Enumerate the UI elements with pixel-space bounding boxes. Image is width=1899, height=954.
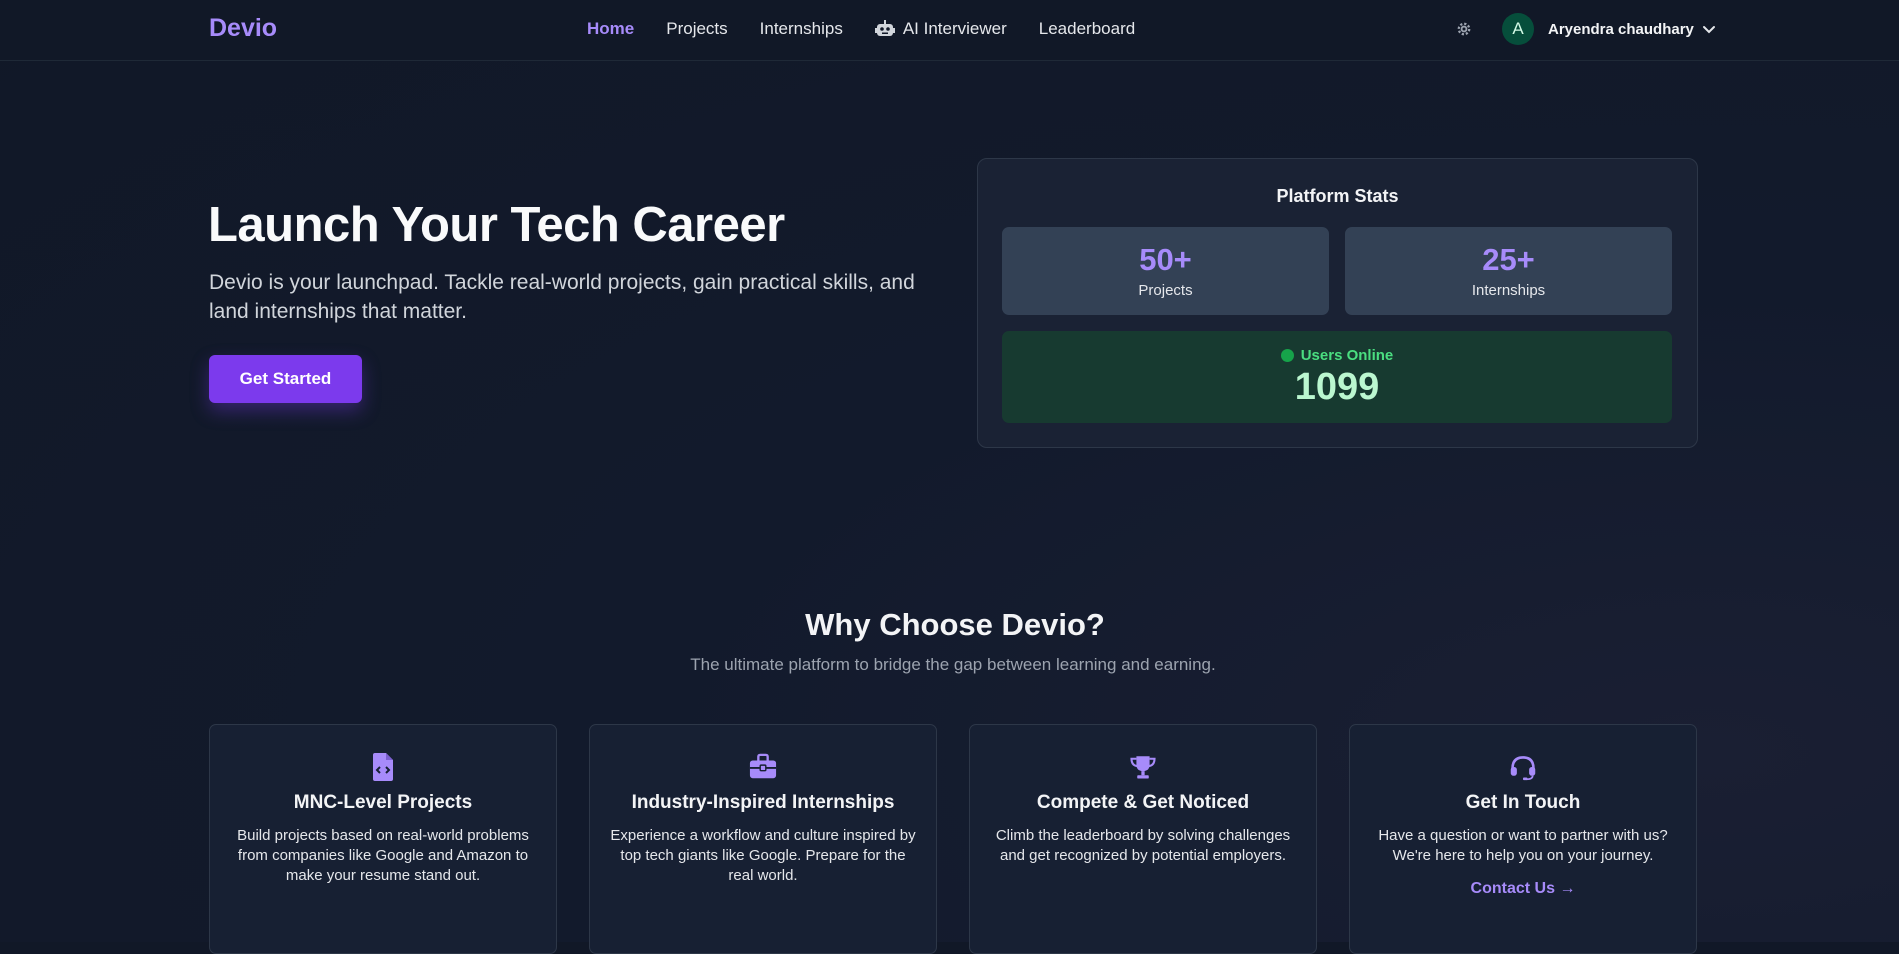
stat-projects-value: 50+ [1139,242,1192,277]
feature-description: Have a question or want to partner with … [1378,827,1668,864]
nav-link-internships[interactable]: Internships [760,19,843,39]
stats-title: Platform Stats [1276,186,1399,206]
feature-card-internships: Industry-Inspired Internships Experience… [589,724,937,954]
nav-link-projects[interactable]: Projects [666,19,727,39]
nav-links: Home Projects Internships AI Interviewer… [587,19,1135,39]
online-status-dot-icon [1280,349,1294,362]
stat-projects-label: Projects [1138,282,1193,299]
hero-title: Launch Your Tech Career [208,198,785,252]
nav-link-home[interactable]: Home [587,19,634,39]
nav-right: A Aryendra chaudhary [1455,13,1716,45]
file-code-icon [373,753,393,781]
robot-icon [874,20,895,36]
stat-projects: 50+ Projects [1002,227,1329,315]
section-subtitle: The ultimate platform to bridge the gap … [690,655,1216,674]
feature-card-contact: Get In Touch Have a question or want to … [1349,724,1697,954]
feature-description: Climb the leaderboard by solving challen… [995,827,1291,864]
nav-link-leaderboard[interactable]: Leaderboard [1039,19,1135,39]
top-navbar: Devio Home Projects Internships AI Inter… [0,0,1899,61]
trophy-icon [1130,756,1156,779]
headset-icon [1510,756,1536,781]
feature-title: Compete & Get Noticed [1036,792,1250,813]
users-online-box: Users Online 1099 [1002,331,1672,423]
users-online-label: Users Online [1300,347,1394,364]
briefcase-icon [749,753,777,779]
contact-us-link[interactable]: Contact Us → [1471,880,1576,898]
stat-internships-value: 25+ [1482,242,1535,277]
section-title: Why Choose Devio? [805,607,1105,642]
feature-title: Industry-Inspired Internships [631,792,895,813]
feature-title: MNC-Level Projects [293,792,473,813]
hero-description: Devio is your launchpad. Tackle real-wor… [209,271,915,323]
nav-link-ai-interviewer[interactable]: AI Interviewer [874,19,1007,39]
platform-stats-card: Platform Stats 50+ Projects 25+ Internsh… [977,158,1698,448]
feature-card-projects: MNC-Level Projects Build projects based … [209,724,557,954]
get-started-button[interactable]: Get Started [209,355,362,403]
feature-title: Get In Touch [1465,792,1581,813]
feature-description: Experience a workflow and culture inspir… [610,827,916,884]
users-online-count: 1099 [1294,366,1380,408]
users-online-header: Users Online [1002,347,1672,364]
feature-card-compete: Compete & Get Noticed Climb the leaderbo… [969,724,1317,954]
chevron-down-icon[interactable] [1702,22,1716,36]
logo[interactable]: Devio [209,14,277,43]
stat-internships: 25+ Internships [1345,227,1672,315]
avatar[interactable]: A [1502,13,1534,45]
feature-description: Build projects based on real-world probl… [237,827,529,884]
user-name[interactable]: Aryendra chaudhary [1548,21,1694,38]
gear-icon[interactable] [1455,20,1473,38]
nav-link-ai-interviewer-label: AI Interviewer [902,19,1007,38]
stat-internships-label: Internships [1471,282,1546,299]
